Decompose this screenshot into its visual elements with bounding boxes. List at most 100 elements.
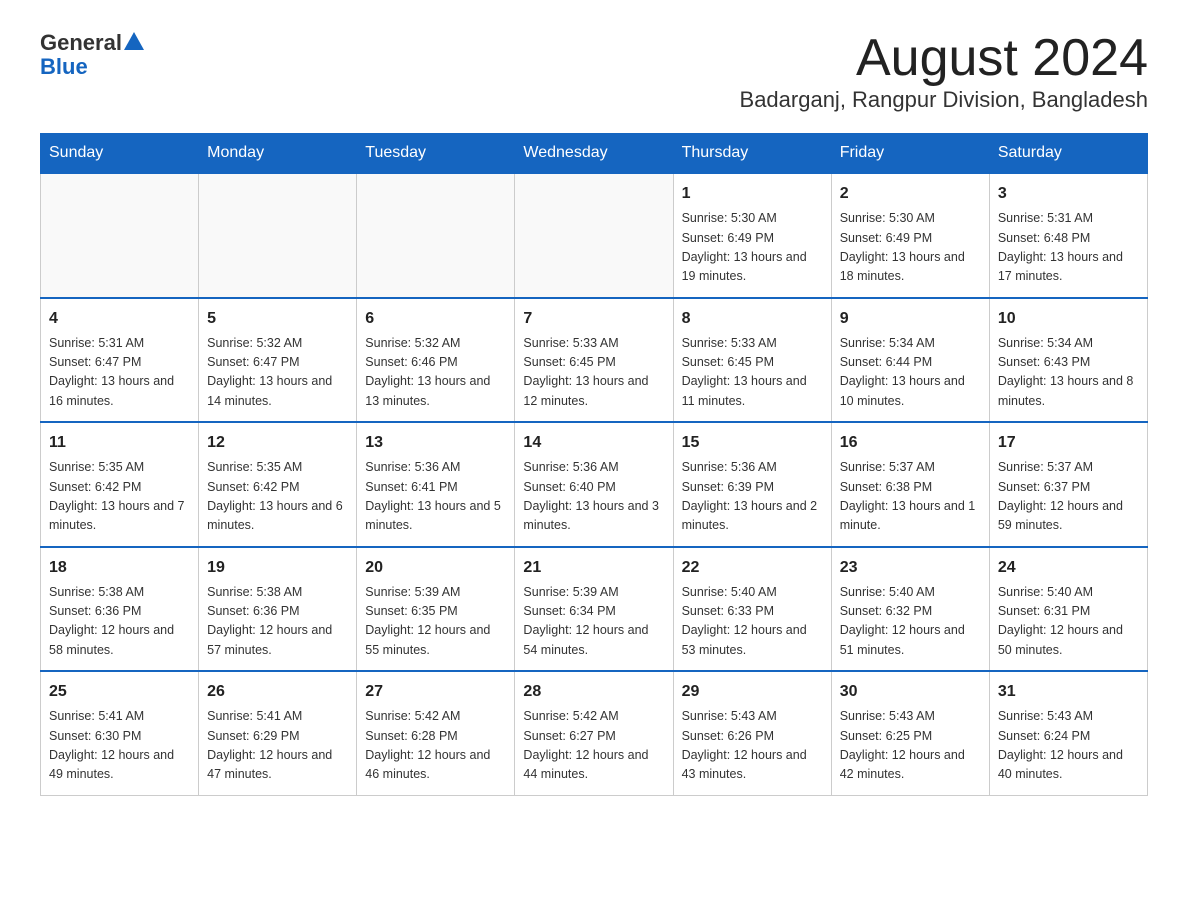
calendar-header-sunday: Sunday	[41, 134, 199, 174]
calendar-header-tuesday: Tuesday	[357, 134, 515, 174]
day-number: 7	[523, 307, 664, 331]
day-number: 9	[840, 307, 981, 331]
day-info: Sunrise: 5:30 AMSunset: 6:49 PMDaylight:…	[682, 209, 823, 287]
month-title: August 2024	[740, 30, 1148, 87]
calendar-day-cell: 6 Sunrise: 5:32 AMSunset: 6:46 PMDaylight…	[357, 298, 515, 423]
calendar-header-saturday: Saturday	[989, 134, 1147, 174]
day-info: Sunrise: 5:32 AMSunset: 6:46 PMDaylight:…	[365, 334, 506, 412]
calendar-header-friday: Friday	[831, 134, 989, 174]
calendar-week-row: 4 Sunrise: 5:31 AMSunset: 6:47 PMDaylight…	[41, 298, 1148, 423]
calendar-week-row: 18 Sunrise: 5:38 AMSunset: 6:36 PMDayligh…	[41, 547, 1148, 672]
day-info: Sunrise: 5:39 AMSunset: 6:35 PMDaylight:…	[365, 583, 506, 661]
calendar-day-cell: 14 Sunrise: 5:36 AMSunset: 6:40 PMDayligh…	[515, 422, 673, 547]
day-number: 13	[365, 431, 506, 455]
day-number: 31	[998, 680, 1139, 704]
day-info: Sunrise: 5:37 AMSunset: 6:38 PMDaylight:…	[840, 458, 981, 536]
calendar-day-cell: 7Sunrise: 5:33 AMSunset: 6:45 PMDaylight…	[515, 298, 673, 423]
day-number: 20	[365, 556, 506, 580]
page-header: General Blue August 2024 Badarganj, Rang…	[40, 30, 1148, 113]
calendar-day-cell: 29Sunrise: 5:43 AMSunset: 6:26 PMDayligh…	[673, 671, 831, 795]
day-number: 5	[207, 307, 348, 331]
day-info: Sunrise: 5:42 AMSunset: 6:28 PMDaylight:…	[365, 707, 506, 785]
calendar-day-cell: 4 Sunrise: 5:31 AMSunset: 6:47 PMDaylight…	[41, 298, 199, 423]
calendar-header-wednesday: Wednesday	[515, 134, 673, 174]
day-number: 6	[365, 307, 506, 331]
calendar-header-thursday: Thursday	[673, 134, 831, 174]
calendar-header-row: SundayMondayTuesdayWednesdayThursdayFrid…	[41, 134, 1148, 174]
day-number: 4	[49, 307, 190, 331]
calendar-table: SundayMondayTuesdayWednesdayThursdayFrid…	[40, 133, 1148, 796]
day-number: 25	[49, 680, 190, 704]
day-info: Sunrise: 5:39 AMSunset: 6:34 PMDaylight:…	[523, 583, 664, 661]
day-number: 8	[682, 307, 823, 331]
day-number: 28	[523, 680, 664, 704]
calendar-day-cell: 9 Sunrise: 5:34 AMSunset: 6:44 PMDaylight…	[831, 298, 989, 423]
calendar-week-row: 25 Sunrise: 5:41 AMSunset: 6:30 PMDayligh…	[41, 671, 1148, 795]
calendar-day-cell: 3Sunrise: 5:31 AMSunset: 6:48 PMDaylight…	[989, 173, 1147, 298]
day-number: 17	[998, 431, 1139, 455]
day-info: Sunrise: 5:35 AMSunset: 6:42 PMDaylight:…	[207, 458, 348, 536]
day-info: Sunrise: 5:36 AMSunset: 6:39 PMDaylight:…	[682, 458, 823, 536]
calendar-day-cell: 21 Sunrise: 5:39 AMSunset: 6:34 PMDayligh…	[515, 547, 673, 672]
calendar-day-cell	[41, 173, 199, 298]
calendar-header-monday: Monday	[199, 134, 357, 174]
calendar-day-cell: 17 Sunrise: 5:37 AMSunset: 6:37 PMDayligh…	[989, 422, 1147, 547]
day-number: 30	[840, 680, 981, 704]
calendar-day-cell: 16 Sunrise: 5:37 AMSunset: 6:38 PMDayligh…	[831, 422, 989, 547]
day-info: Sunrise: 5:41 AMSunset: 6:30 PMDaylight:…	[49, 707, 190, 785]
day-number: 23	[840, 556, 981, 580]
calendar-week-row: 1Sunrise: 5:30 AMSunset: 6:49 PMDaylight…	[41, 173, 1148, 298]
day-info: Sunrise: 5:34 AMSunset: 6:44 PMDaylight:…	[840, 334, 981, 412]
location-title: Badarganj, Rangpur Division, Bangladesh	[740, 87, 1148, 113]
day-info: Sunrise: 5:40 AMSunset: 6:32 PMDaylight:…	[840, 583, 981, 661]
calendar-day-cell: 18 Sunrise: 5:38 AMSunset: 6:36 PMDayligh…	[41, 547, 199, 672]
day-info: Sunrise: 5:43 AMSunset: 6:24 PMDaylight:…	[998, 707, 1139, 785]
calendar-day-cell: 23 Sunrise: 5:40 AMSunset: 6:32 PMDayligh…	[831, 547, 989, 672]
calendar-day-cell: 5 Sunrise: 5:32 AMSunset: 6:47 PMDaylight…	[199, 298, 357, 423]
day-number: 11	[49, 431, 190, 455]
day-info: Sunrise: 5:32 AMSunset: 6:47 PMDaylight:…	[207, 334, 348, 412]
calendar-week-row: 11 Sunrise: 5:35 AMSunset: 6:42 PMDayligh…	[41, 422, 1148, 547]
logo-triangle-icon	[124, 32, 144, 50]
day-info: Sunrise: 5:31 AMSunset: 6:47 PMDaylight:…	[49, 334, 190, 412]
day-number: 16	[840, 431, 981, 455]
logo-general-text: General	[40, 30, 122, 56]
calendar-day-cell: 10 Sunrise: 5:34 AMSunset: 6:43 PMDayligh…	[989, 298, 1147, 423]
day-number: 18	[49, 556, 190, 580]
calendar-day-cell: 28 Sunrise: 5:42 AMSunset: 6:27 PMDayligh…	[515, 671, 673, 795]
day-info: Sunrise: 5:42 AMSunset: 6:27 PMDaylight:…	[523, 707, 664, 785]
logo: General Blue	[40, 30, 144, 78]
calendar-day-cell: 31 Sunrise: 5:43 AMSunset: 6:24 PMDayligh…	[989, 671, 1147, 795]
calendar-day-cell: 15 Sunrise: 5:36 AMSunset: 6:39 PMDayligh…	[673, 422, 831, 547]
logo-text: General Blue	[40, 30, 144, 78]
day-number: 19	[207, 556, 348, 580]
calendar-day-cell: 8 Sunrise: 5:33 AMSunset: 6:45 PMDaylight…	[673, 298, 831, 423]
day-number: 10	[998, 307, 1139, 331]
calendar-day-cell: 24Sunrise: 5:40 AMSunset: 6:31 PMDayligh…	[989, 547, 1147, 672]
day-info: Sunrise: 5:43 AMSunset: 6:25 PMDaylight:…	[840, 707, 981, 785]
day-info: Sunrise: 5:36 AMSunset: 6:41 PMDaylight:…	[365, 458, 506, 536]
calendar-day-cell	[515, 173, 673, 298]
day-number: 26	[207, 680, 348, 704]
day-info: Sunrise: 5:37 AMSunset: 6:37 PMDaylight:…	[998, 458, 1139, 536]
day-info: Sunrise: 5:36 AMSunset: 6:40 PMDaylight:…	[523, 458, 664, 536]
title-group: August 2024 Badarganj, Rangpur Division,…	[740, 30, 1148, 113]
day-info: Sunrise: 5:34 AMSunset: 6:43 PMDaylight:…	[998, 334, 1139, 412]
day-number: 21	[523, 556, 664, 580]
day-number: 15	[682, 431, 823, 455]
calendar-day-cell: 26 Sunrise: 5:41 AMSunset: 6:29 PMDayligh…	[199, 671, 357, 795]
day-number: 3	[998, 182, 1139, 206]
day-info: Sunrise: 5:33 AMSunset: 6:45 PMDaylight:…	[682, 334, 823, 412]
calendar-day-cell: 20 Sunrise: 5:39 AMSunset: 6:35 PMDayligh…	[357, 547, 515, 672]
calendar-day-cell: 11Sunrise: 5:35 AMSunset: 6:42 PMDayligh…	[41, 422, 199, 547]
day-info: Sunrise: 5:38 AMSunset: 6:36 PMDaylight:…	[49, 583, 190, 661]
logo-line1: General	[40, 30, 144, 56]
calendar-day-cell: 25 Sunrise: 5:41 AMSunset: 6:30 PMDayligh…	[41, 671, 199, 795]
day-number: 24	[998, 556, 1139, 580]
day-info: Sunrise: 5:41 AMSunset: 6:29 PMDaylight:…	[207, 707, 348, 785]
calendar-day-cell: 30 Sunrise: 5:43 AMSunset: 6:25 PMDayligh…	[831, 671, 989, 795]
calendar-day-cell: 2Sunrise: 5:30 AMSunset: 6:49 PMDaylight…	[831, 173, 989, 298]
calendar-day-cell	[199, 173, 357, 298]
day-number: 14	[523, 431, 664, 455]
day-number: 27	[365, 680, 506, 704]
